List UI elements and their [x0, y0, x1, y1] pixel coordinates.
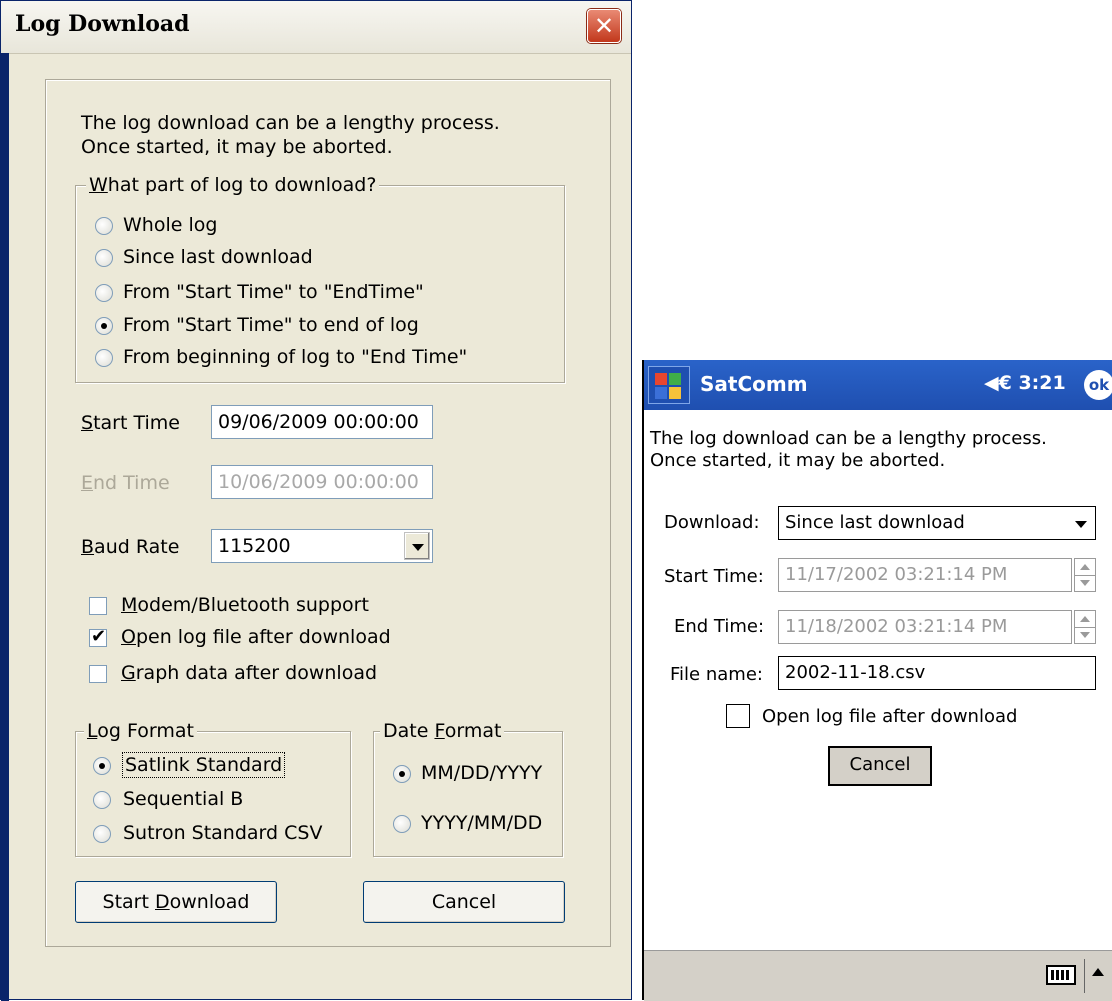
ok-button[interactable]: ok — [1084, 370, 1112, 400]
radio-label: From beginning of log to "End Time" — [123, 346, 468, 368]
keyboard-icon[interactable] — [1046, 965, 1076, 985]
check-mark-icon: ✔ — [91, 626, 107, 647]
checkbox-box[interactable] — [89, 665, 107, 683]
close-icon: ✕ — [593, 12, 615, 40]
pocketpc-title-bar: SatComm ◀€ 3:21 ok — [644, 360, 1112, 410]
date-format-group: Date Format — [373, 719, 563, 857]
start-time-field[interactable]: 09/06/2009 00:00:00 — [211, 405, 433, 439]
radio-label: Since last download — [123, 246, 313, 268]
close-button[interactable]: ✕ — [587, 9, 621, 43]
end-time-field: 11/18/2002 03:21:14 PM — [778, 610, 1072, 644]
radio-button[interactable] — [93, 791, 111, 809]
radio-button[interactable] — [93, 825, 111, 843]
start-time-field: 11/17/2002 03:21:14 PM — [778, 558, 1072, 592]
volume-clock[interactable]: ◀€ 3:21 — [984, 372, 1066, 394]
checkbox-label: Open log file after download — [762, 706, 1018, 727]
radio-label: From "Start Time" to "EndTime" — [123, 281, 424, 303]
radio-label: Satlink Standard — [121, 752, 286, 778]
radio-button[interactable] — [95, 284, 113, 302]
radio-label: From "Start Time" to end of log — [123, 314, 419, 336]
intro-line-2: Once started, it may be aborted. — [81, 136, 393, 158]
file-name-label: File name: — [670, 664, 763, 685]
radio-label: MM/DD/YYYY — [421, 762, 543, 784]
radio-button[interactable] — [95, 217, 113, 235]
pocketpc-screen: SatComm ◀€ 3:21 ok The log download can … — [642, 360, 1112, 1001]
log-download-dialog: Log Download ✕ The log download can be a… — [0, 0, 632, 1001]
end-time-label: End Time: — [674, 616, 765, 637]
radio-label: Sequential B — [123, 788, 244, 810]
pocketpc-menu-bar — [644, 950, 1112, 1001]
radio-button[interactable] — [393, 765, 411, 783]
chevron-down-icon[interactable] — [404, 532, 430, 560]
checkbox-label: Open log file after download — [121, 626, 391, 648]
checkbox-box[interactable]: ✔ — [89, 626, 107, 647]
intro-line-1: The log download can be a lengthy proces… — [81, 112, 500, 134]
radio-button[interactable] — [95, 349, 113, 367]
start-time-label: Start Time — [81, 412, 180, 434]
pocketpc-intro-line-1: The log download can be a lengthy proces… — [650, 428, 1047, 449]
download-value: Since last download — [785, 512, 965, 533]
cancel-button[interactable]: Cancel — [363, 881, 565, 923]
log-format-legend: Log Format — [84, 719, 197, 743]
dialog-title: Log Download — [15, 11, 190, 37]
baud-rate-select[interactable]: 115200 — [211, 529, 433, 563]
radio-button[interactable] — [95, 249, 113, 267]
end-time-label: End Time — [81, 472, 170, 494]
radio-label: Sutron Standard CSV — [123, 822, 323, 844]
start-time-spinner — [1074, 558, 1096, 592]
title-bar: Log Download ✕ — [1, 1, 631, 54]
radio-label: Whole log — [123, 214, 218, 236]
checkbox-box[interactable] — [726, 704, 750, 728]
checkbox-label: Graph data after download — [121, 662, 378, 684]
baud-rate-value: 115200 — [218, 535, 291, 557]
end-time-field: 10/06/2009 00:00:00 — [211, 465, 433, 499]
window-border — [1, 53, 9, 1001]
baud-rate-label: Baud Rate — [81, 536, 180, 558]
start-download-button[interactable]: Start Download — [75, 881, 277, 923]
cancel-button[interactable]: Cancel — [828, 746, 932, 786]
date-format-legend: Date Format — [380, 719, 505, 743]
download-part-legend: What part of log to download? — [86, 173, 380, 197]
file-name-input[interactable]: 2002-11-18.csv — [778, 656, 1096, 690]
input-menu-arrow-icon[interactable] — [1092, 968, 1104, 976]
divider — [1084, 959, 1085, 993]
radio-label: YYYY/MM/DD — [421, 812, 543, 834]
radio-button[interactable] — [95, 317, 113, 335]
checkbox-box[interactable] — [89, 597, 107, 615]
download-select[interactable]: Since last download — [778, 506, 1096, 540]
start-time-label: Start Time: — [664, 566, 764, 587]
pocketpc-intro-line-2: Once started, it may be aborted. — [650, 450, 946, 471]
download-label: Download: — [664, 512, 760, 533]
checkbox-label: Modem/Bluetooth support — [121, 594, 369, 616]
start-menu-icon[interactable] — [648, 366, 690, 404]
end-time-spinner — [1074, 610, 1096, 644]
radio-button[interactable] — [393, 815, 411, 833]
app-title: SatComm — [700, 372, 808, 396]
radio-button[interactable] — [93, 757, 111, 775]
